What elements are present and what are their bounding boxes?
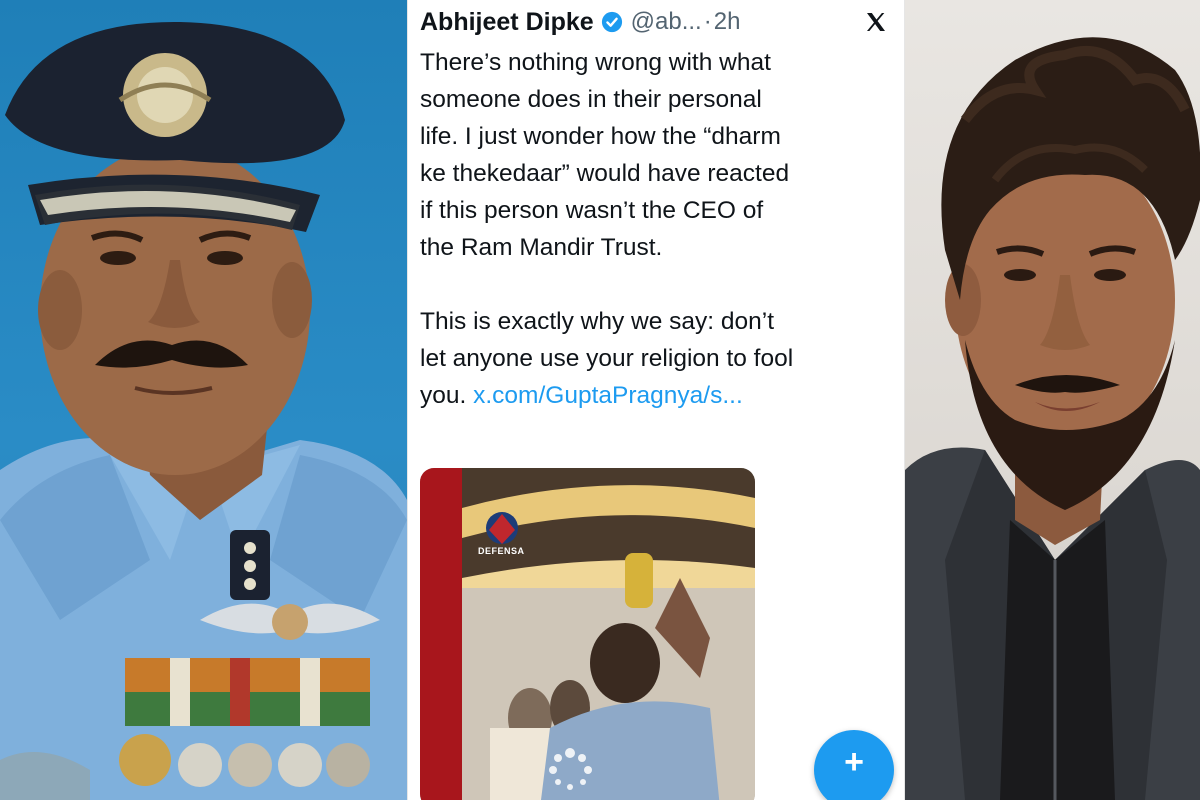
- tweet-paragraph-2: This is exactly why we say: don’t let an…: [420, 303, 890, 414]
- tweet-line: you.: [420, 382, 474, 409]
- video-frame-illustration: [420, 468, 755, 800]
- tweet-line: This is exactly why we say: don’t: [420, 308, 775, 335]
- embedded-video[interactable]: DEFENSA: [420, 468, 755, 800]
- tweet-line: There’s nothing wrong with what: [420, 49, 771, 76]
- tweet-line: someone does in their personal: [420, 86, 762, 113]
- man-photo: [905, 0, 1200, 800]
- tweet-link[interactable]: x.com/GuptaPragnya/s...: [473, 382, 743, 409]
- tweet-header: Abhijeet Dipke @ab... · 2h: [420, 2, 892, 42]
- officer-photo: [0, 0, 407, 800]
- video-watermark: DEFENSA: [478, 546, 525, 556]
- compose-button[interactable]: +: [814, 730, 894, 800]
- plus-icon: +: [844, 743, 864, 781]
- tweet-line: the Ram Mandir Trust.: [420, 234, 663, 261]
- tweet-text: There’s nothing wrong with what someone …: [420, 44, 890, 414]
- man-illustration: [905, 37, 1200, 800]
- verified-badge-icon: [601, 11, 622, 33]
- author-handle[interactable]: @ab...: [631, 8, 702, 36]
- officer-illustration: [0, 21, 407, 800]
- separator-dot: ·: [703, 8, 712, 35]
- tweet-line: life. I just wonder how the “dharm: [420, 123, 781, 150]
- tweet-line: if this person wasn’t the CEO of: [420, 197, 764, 224]
- tweet-card: Abhijeet Dipke @ab... · 2h There’s nothi…: [407, 0, 905, 800]
- x-logo-icon: [867, 13, 885, 31]
- tweet-timestamp[interactable]: 2h: [714, 8, 741, 36]
- author-name[interactable]: Abhijeet Dipke: [420, 8, 594, 37]
- tweet-line: let anyone use your religion to fool: [420, 345, 794, 372]
- tweet-line: ke thekedaar” would have reacted: [420, 160, 790, 187]
- tweet-paragraph-1: There’s nothing wrong with what someone …: [420, 44, 890, 266]
